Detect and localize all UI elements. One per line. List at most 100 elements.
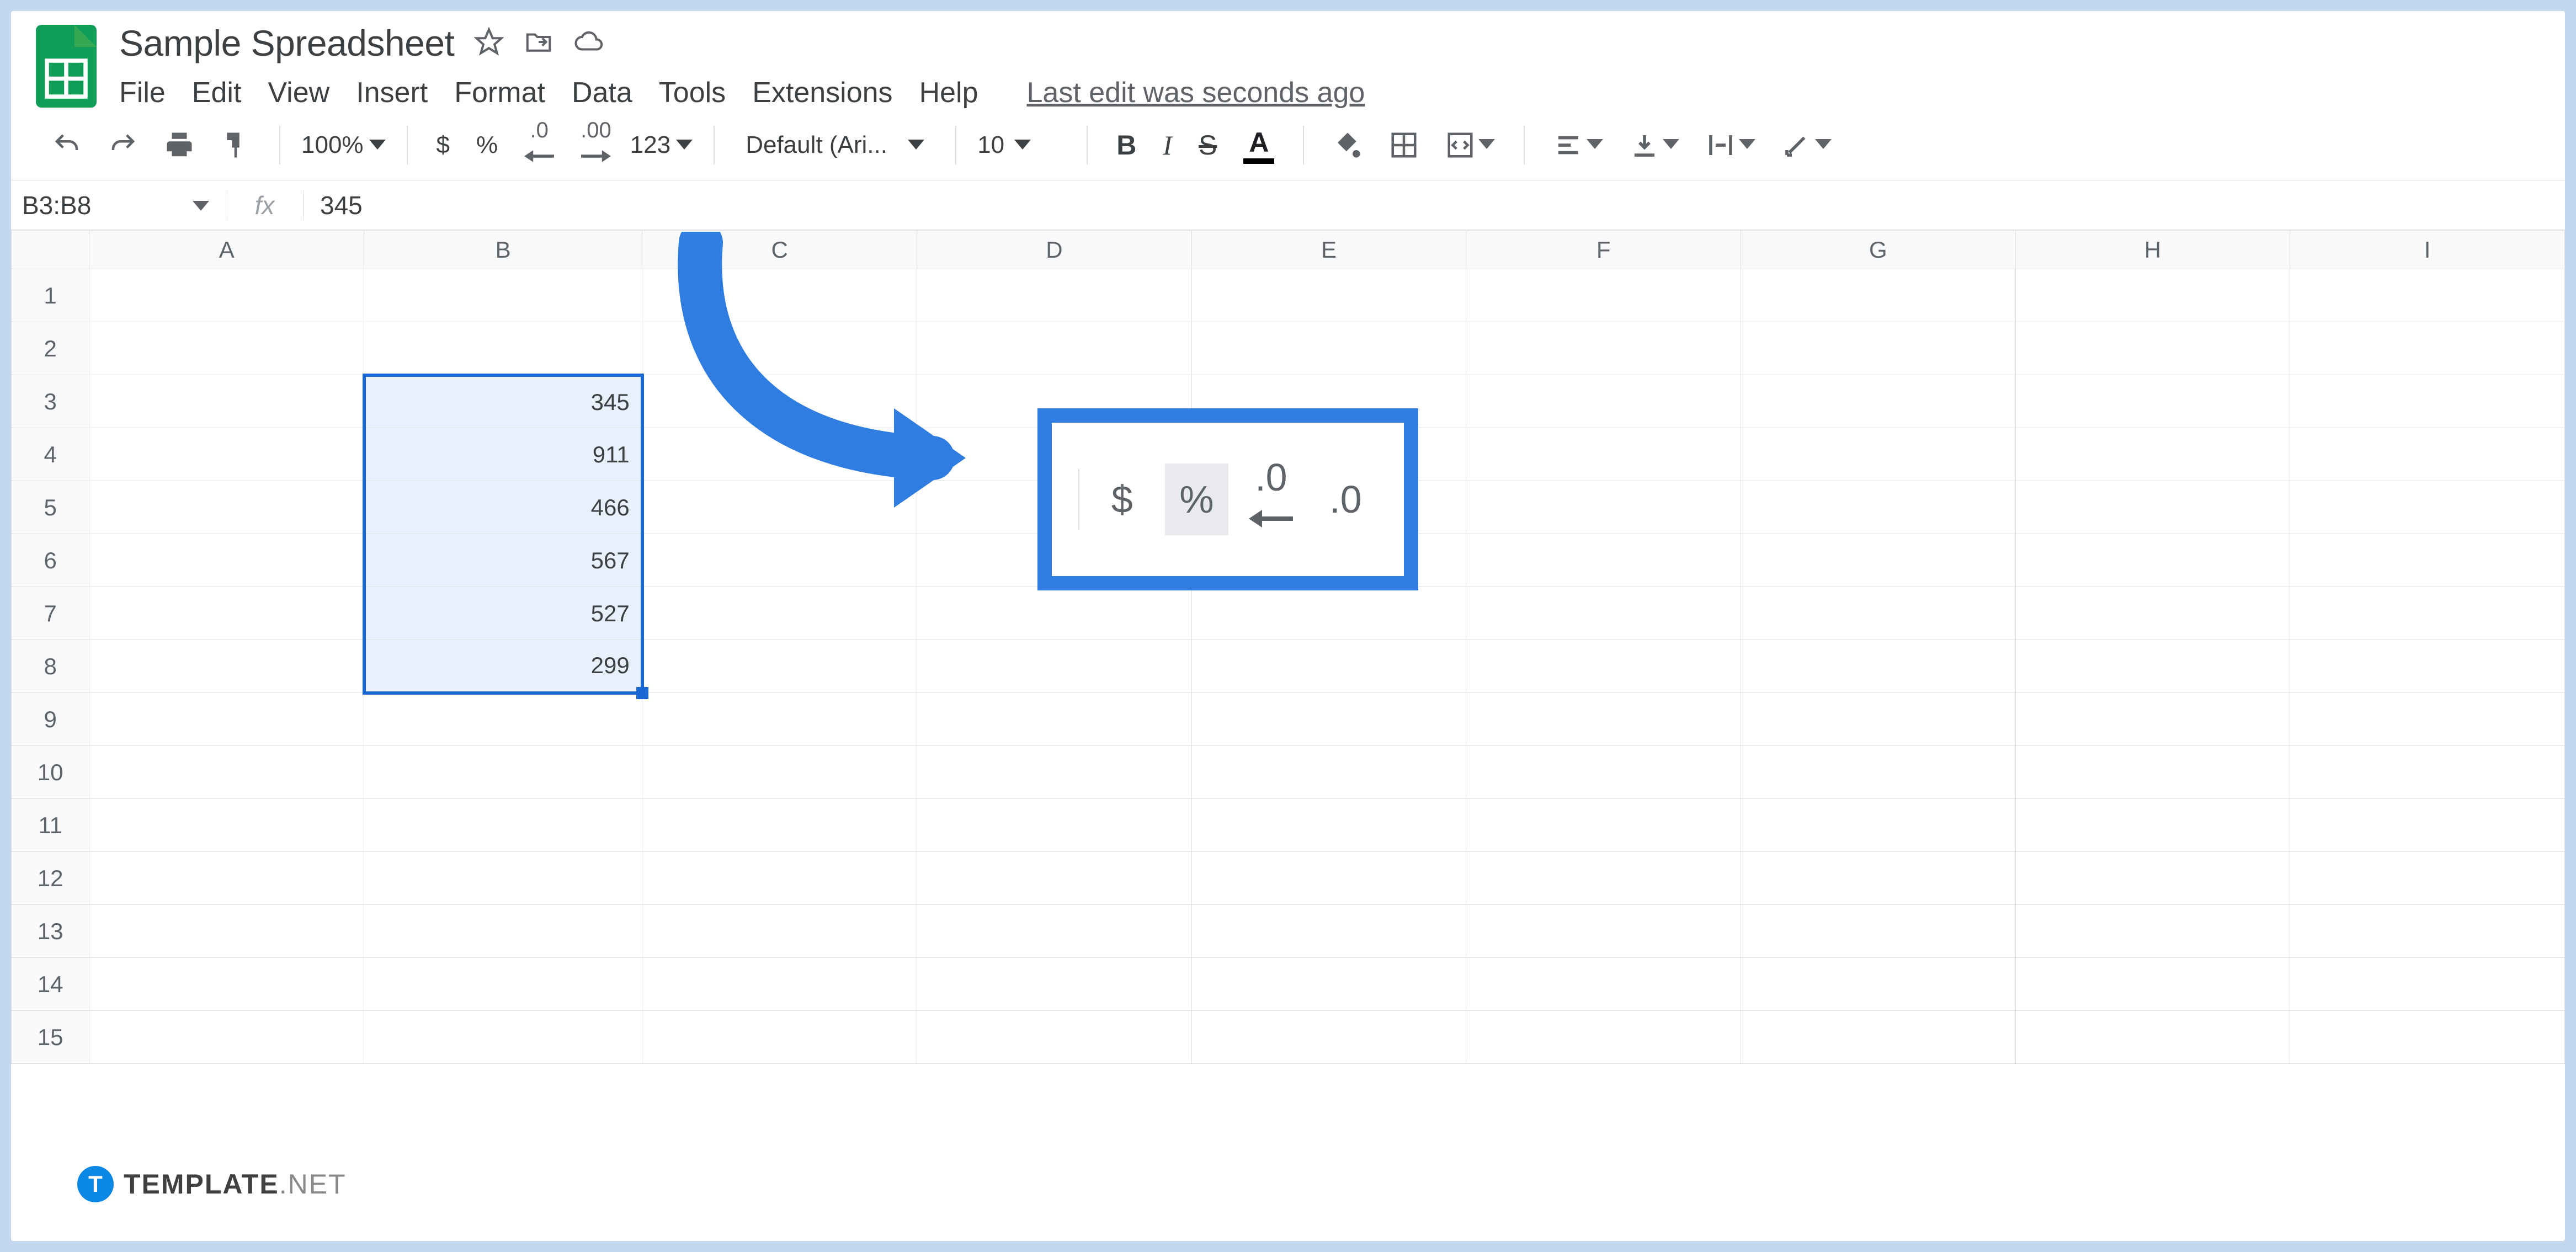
cell[interactable] (2290, 481, 2565, 534)
cell[interactable] (917, 799, 1192, 852)
row-header[interactable]: 10 (12, 746, 89, 799)
cell[interactable] (1191, 587, 1466, 640)
cell[interactable] (89, 905, 364, 958)
row-header[interactable]: 1 (12, 269, 89, 322)
fill-handle[interactable] (636, 687, 648, 699)
format-percent-button[interactable]: % (469, 124, 505, 167)
cell[interactable] (2290, 1011, 2565, 1064)
document-title[interactable]: Sample Spreadsheet (119, 22, 454, 64)
column-header[interactable]: I (2290, 231, 2565, 269)
cell[interactable] (1191, 905, 1466, 958)
menu-extensions[interactable]: Extensions (752, 76, 892, 109)
cell[interactable] (917, 852, 1192, 905)
cell[interactable] (2015, 905, 2290, 958)
zoom-select[interactable]: 100% (301, 131, 386, 159)
row-header[interactable]: 12 (12, 852, 89, 905)
cell[interactable] (89, 640, 364, 693)
cell[interactable] (364, 852, 642, 905)
cell[interactable] (2015, 534, 2290, 587)
font-family-select[interactable]: Default (Ari... (736, 124, 934, 167)
cell[interactable] (2290, 693, 2565, 746)
move-icon[interactable] (524, 27, 553, 60)
cell[interactable] (1191, 746, 1466, 799)
cell[interactable] (89, 958, 364, 1011)
cell[interactable] (1466, 375, 1741, 428)
cell[interactable] (642, 640, 917, 693)
cell[interactable]: 527 (364, 587, 642, 640)
cell[interactable] (2015, 269, 2290, 322)
cell[interactable] (1741, 481, 2015, 534)
vertical-align-button[interactable] (1622, 124, 1687, 167)
horizontal-align-button[interactable] (1546, 124, 1611, 167)
cell[interactable] (1741, 322, 2015, 375)
menu-edit[interactable]: Edit (192, 76, 242, 109)
cell[interactable] (1191, 799, 1466, 852)
cell[interactable] (642, 534, 917, 587)
more-formats-button[interactable]: 123 (630, 131, 693, 159)
cell[interactable] (642, 693, 917, 746)
cell[interactable] (642, 269, 917, 322)
cell[interactable] (89, 587, 364, 640)
cell[interactable] (1741, 587, 2015, 640)
format-percent-button[interactable]: % (1165, 463, 1228, 535)
cell[interactable] (642, 428, 917, 481)
column-header[interactable]: F (1466, 231, 1741, 269)
menu-insert[interactable]: Insert (356, 76, 428, 109)
row-header[interactable]: 3 (12, 375, 89, 428)
column-header[interactable]: D (917, 231, 1192, 269)
cell[interactable] (1191, 958, 1466, 1011)
cell[interactable] (1466, 587, 1741, 640)
cell[interactable] (2290, 375, 2565, 428)
cell[interactable] (1191, 640, 1466, 693)
cell[interactable] (2290, 852, 2565, 905)
cell[interactable] (89, 1011, 364, 1064)
cell[interactable] (1466, 746, 1741, 799)
column-header[interactable]: E (1191, 231, 1466, 269)
borders-button[interactable] (1381, 124, 1427, 167)
cell[interactable] (642, 746, 917, 799)
text-wrap-button[interactable] (1698, 124, 1763, 167)
row-header[interactable]: 2 (12, 322, 89, 375)
cell[interactable] (1466, 1011, 1741, 1064)
cell[interactable] (2015, 799, 2290, 852)
cell[interactable] (642, 587, 917, 640)
cell[interactable] (642, 1011, 917, 1064)
cell[interactable] (1466, 534, 1741, 587)
cell[interactable] (917, 905, 1192, 958)
menu-format[interactable]: Format (454, 76, 545, 109)
menu-data[interactable]: Data (572, 76, 632, 109)
cell[interactable] (2290, 534, 2565, 587)
text-color-button[interactable]: A (1236, 124, 1282, 167)
select-all-corner[interactable] (12, 231, 89, 269)
cell[interactable] (2290, 746, 2565, 799)
cell[interactable]: 567 (364, 534, 642, 587)
cell[interactable] (2290, 640, 2565, 693)
cell[interactable] (89, 799, 364, 852)
cell[interactable] (642, 852, 917, 905)
font-size-select[interactable]: 10 (977, 131, 1066, 159)
cell[interactable] (2015, 322, 2290, 375)
row-header[interactable]: 11 (12, 799, 89, 852)
cell[interactable] (1466, 322, 1741, 375)
formula-input[interactable]: 345 (304, 190, 2565, 220)
column-header[interactable]: C (642, 231, 917, 269)
cell[interactable] (917, 746, 1192, 799)
cell[interactable] (89, 852, 364, 905)
cell[interactable] (1191, 852, 1466, 905)
cell[interactable] (89, 746, 364, 799)
cell[interactable] (917, 322, 1192, 375)
cell[interactable] (364, 746, 642, 799)
cell[interactable] (364, 958, 642, 1011)
cell[interactable] (364, 322, 642, 375)
star-icon[interactable] (474, 27, 504, 60)
undo-button[interactable] (44, 124, 89, 167)
cell[interactable] (2290, 269, 2565, 322)
cell[interactable]: 911 (364, 428, 642, 481)
cell[interactable] (89, 269, 364, 322)
cell[interactable] (1466, 799, 1741, 852)
cell[interactable] (2015, 640, 2290, 693)
print-button[interactable] (157, 124, 202, 167)
increase-decimal-button[interactable]: .0 (1314, 463, 1377, 535)
menu-file[interactable]: File (119, 76, 166, 109)
cell[interactable] (917, 958, 1192, 1011)
